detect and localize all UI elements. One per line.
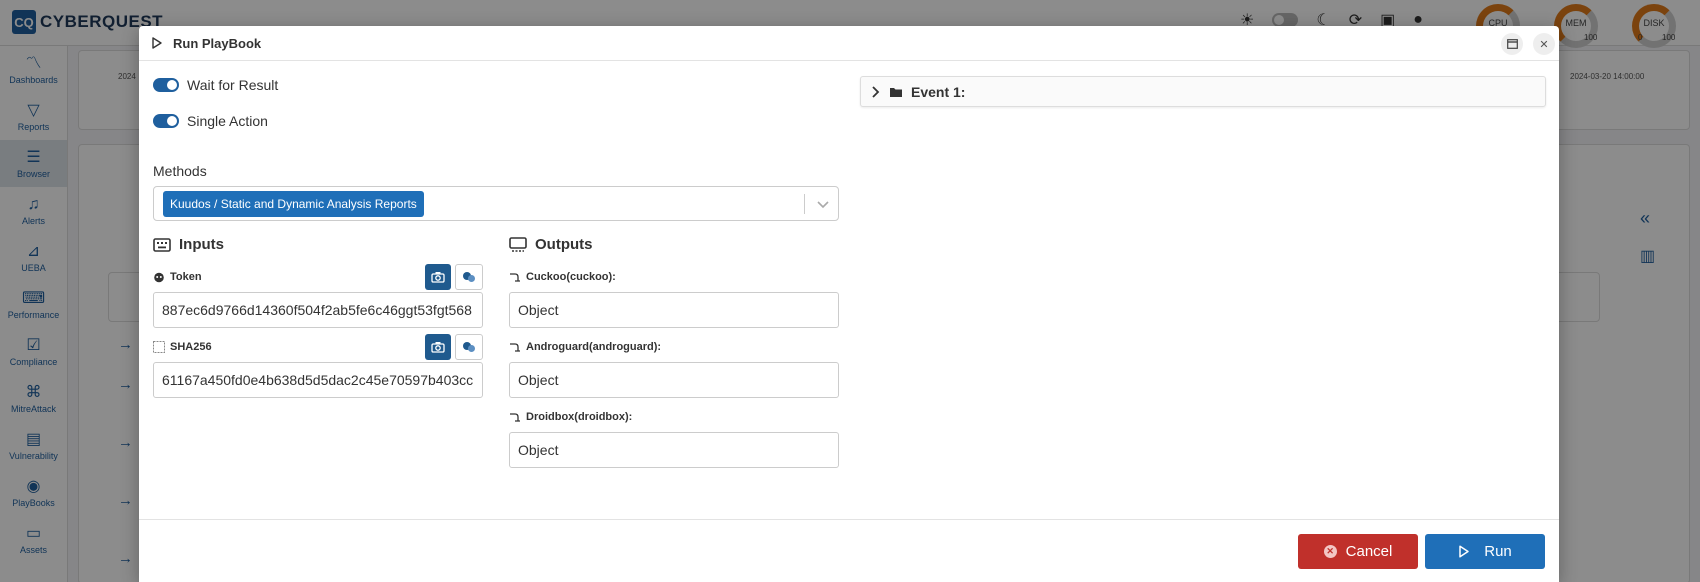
wait-for-result-switch[interactable] — [153, 78, 179, 92]
droidbox-label: Droidbox(droidbox): — [509, 411, 632, 423]
methods-select[interactable]: Kuudos / Static and Dynamic Analysis Rep… — [153, 186, 839, 221]
window-icon — [1506, 39, 1518, 49]
run-button[interactable]: Run — [1425, 534, 1545, 569]
path-icon — [510, 273, 520, 282]
token-variable-button[interactable] — [455, 264, 483, 290]
modal-header: Run PlayBook ✕ — [139, 26, 1559, 61]
folder-icon — [890, 87, 902, 97]
chevron-right-icon[interactable] — [871, 85, 881, 98]
modal-title: Run PlayBook — [173, 35, 262, 51]
select-separator — [804, 194, 805, 214]
outputs-heading-text: Outputs — [535, 236, 593, 253]
play-icon — [1459, 545, 1469, 558]
close-button[interactable]: ✕ — [1533, 33, 1555, 55]
token-label-text: Token — [170, 271, 202, 283]
wait-for-result-label: Wait for Result — [187, 77, 279, 93]
event-accordion[interactable]: Event 1: — [860, 76, 1546, 107]
token-capture-button[interactable] — [425, 264, 451, 290]
cuckoo-output[interactable]: Object — [509, 292, 839, 328]
sha256-input[interactable]: 61167a450fd0e4b638d5d5dac2c45e70597b403c… — [153, 362, 483, 398]
droidbox-output[interactable]: Object — [509, 432, 839, 468]
wait-for-result-toggle[interactable]: Wait for Result — [153, 77, 278, 93]
variable-icon — [463, 342, 475, 352]
sha256-capture-button[interactable] — [425, 334, 451, 360]
path-icon — [510, 413, 520, 422]
run-button-label: Run — [1484, 543, 1512, 560]
cancel-button[interactable]: ✕ Cancel — [1298, 534, 1418, 569]
androguard-output[interactable]: Object — [509, 362, 839, 398]
cuckoo-label-text: Cuckoo(cuckoo): — [526, 271, 616, 283]
single-action-toggle[interactable]: Single Action — [153, 113, 268, 129]
inputs-heading-text: Inputs — [179, 236, 224, 253]
method-tag[interactable]: Kuudos / Static and Dynamic Analysis Rep… — [163, 191, 424, 217]
maximize-button[interactable] — [1501, 33, 1523, 55]
single-action-switch[interactable] — [153, 114, 179, 128]
sha256-label: SHA256 — [153, 341, 212, 353]
run-playbook-modal: Run PlayBook ✕ Wait for Result Single Ac… — [139, 26, 1559, 582]
token-label: Token — [153, 271, 202, 283]
close-icon: ✕ — [1539, 38, 1549, 51]
inputs-heading: Inputs — [153, 236, 224, 253]
sha256-variable-button[interactable] — [455, 334, 483, 360]
chevron-down-icon[interactable] — [814, 195, 832, 213]
modal-footer: ✕ Cancel Run — [139, 519, 1559, 582]
cancel-button-label: Cancel — [1345, 543, 1393, 560]
path-icon — [510, 343, 520, 352]
grid-icon — [153, 341, 165, 353]
keyboard-icon — [153, 237, 171, 252]
cuckoo-label: Cuckoo(cuckoo): — [509, 271, 616, 283]
sha256-label-text: SHA256 — [170, 341, 212, 353]
outputs-heading: Outputs — [509, 236, 593, 253]
token-input[interactable]: 887ec6d9766d14360f504f2ab5fe6c46ggt53fgt… — [153, 292, 483, 328]
play-icon — [152, 37, 162, 49]
single-action-label: Single Action — [187, 113, 268, 129]
camera-icon — [431, 272, 445, 283]
camera-icon — [431, 342, 445, 353]
cancel-icon: ✕ — [1323, 545, 1337, 558]
variable-icon — [463, 272, 475, 282]
robot-icon — [154, 272, 164, 283]
monitor-icon — [509, 237, 527, 252]
droidbox-label-text: Droidbox(droidbox): — [526, 411, 633, 423]
androguard-label-text: Androguard(androguard): — [526, 341, 662, 353]
event-label: Event 1: — [911, 83, 966, 100]
methods-label: Methods — [153, 163, 207, 179]
androguard-label: Androguard(androguard): — [509, 341, 661, 353]
